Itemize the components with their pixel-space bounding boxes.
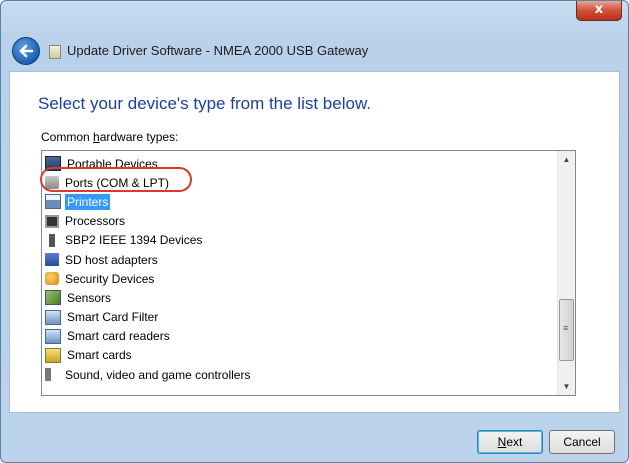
list-item-label: Smart Card Filter — [67, 310, 159, 325]
security-device-icon — [45, 272, 59, 286]
list-label: Common hardware types: — [41, 130, 179, 144]
printer-icon — [45, 194, 61, 210]
grip-icon: ≡ — [563, 323, 569, 333]
processor-icon — [45, 214, 59, 228]
list-item[interactable]: Smart card readers — [45, 327, 555, 346]
sd-adapter-icon — [45, 253, 59, 267]
back-arrow-icon — [19, 44, 34, 58]
list-item-label: Smart card readers — [67, 329, 170, 344]
cancel-button[interactable]: Cancel — [549, 430, 615, 454]
list-item-label: SBP2 IEEE 1394 Devices — [65, 233, 203, 248]
dialog-header: Update Driver Software - NMEA 2000 USB G… — [9, 31, 620, 71]
highlight-circle — [40, 167, 192, 192]
close-icon: x — [594, 2, 604, 17]
list-item-label: Processors — [65, 214, 126, 229]
list-item-label: Printers — [65, 193, 111, 210]
list-item-label: SD host adapters — [65, 252, 158, 267]
close-button[interactable]: x — [576, 1, 622, 21]
list-item-label: Sensors — [67, 290, 112, 305]
list-item-label: Security Devices — [65, 271, 155, 286]
sensor-icon — [45, 290, 61, 306]
device-icon — [49, 45, 61, 59]
next-button[interactable]: Next — [477, 430, 543, 454]
vertical-scrollbar[interactable]: ▲ ≡ ▼ — [557, 151, 575, 395]
smart-card-icon — [45, 309, 61, 325]
list-item[interactable]: Security Devices — [45, 269, 555, 288]
list-item-label: Smart cards — [67, 348, 132, 363]
list-item-label: Sound, video and game controllers — [65, 367, 251, 382]
speaker-icon — [45, 368, 59, 382]
scroll-up-icon[interactable]: ▲ — [558, 151, 575, 168]
list-item[interactable]: Sensors — [45, 288, 555, 307]
list-item[interactable]: SD host adapters — [45, 250, 555, 269]
list-item[interactable]: Smart Card Filter — [45, 308, 555, 327]
list-item[interactable]: Processors — [45, 212, 555, 231]
smart-cards-icon — [45, 347, 61, 363]
list-item[interactable]: SBP2 IEEE 1394 Devices — [45, 231, 555, 250]
firewire-icon — [45, 233, 59, 247]
list-item[interactable]: Sound, video and game controllers — [45, 365, 555, 384]
list-item[interactable]: Smart cards — [45, 346, 555, 365]
scroll-down-icon[interactable]: ▼ — [558, 378, 575, 395]
dialog-window: x Update Driver Software - NMEA 2000 USB… — [0, 0, 629, 463]
smart-card-reader-icon — [45, 328, 61, 344]
page-heading: Select your device's type from the list … — [38, 94, 372, 113]
back-button[interactable] — [12, 37, 40, 65]
window-title: Update Driver Software - NMEA 2000 USB G… — [67, 43, 369, 58]
scroll-thumb[interactable]: ≡ — [559, 299, 574, 361]
wizard-content: Select your device's type from the list … — [9, 71, 620, 413]
list-item[interactable]: Printers — [45, 192, 555, 211]
